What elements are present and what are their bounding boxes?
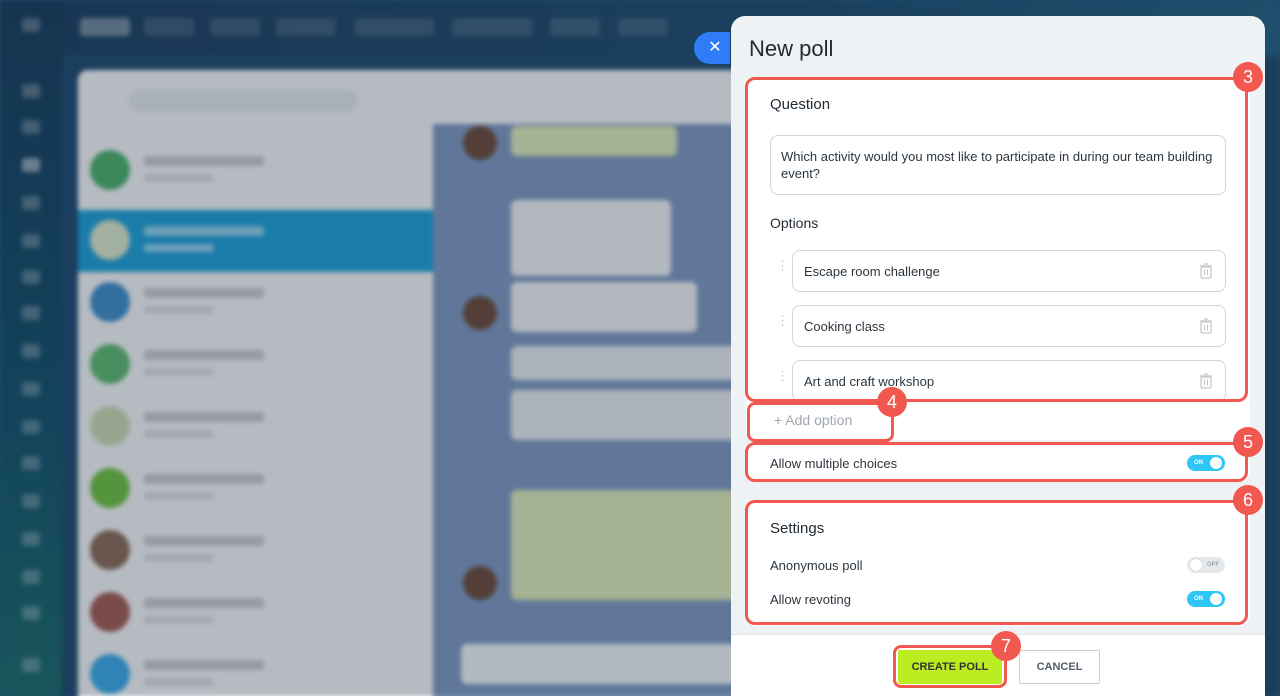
- panel-title: New poll: [749, 36, 834, 61]
- annotation-badge-5: 5: [1233, 427, 1263, 457]
- annotation-badge-6: 6: [1233, 485, 1263, 515]
- annotation-badge-3: 3: [1233, 62, 1263, 92]
- annotation-highlight-add-option: [747, 402, 894, 442]
- annotation-highlight-question: [745, 77, 1248, 402]
- annotation-highlight-create: [893, 645, 1007, 688]
- annotation-badge-4: 4: [877, 387, 907, 417]
- annotation-badge-7: 7: [991, 631, 1021, 661]
- annotation-highlight-multiple: [745, 442, 1248, 482]
- close-panel-button[interactable]: ✕: [694, 32, 730, 64]
- annotation-highlight-settings: [745, 500, 1248, 625]
- close-icon: ✕: [708, 39, 722, 56]
- cancel-button[interactable]: CANCEL: [1019, 650, 1100, 684]
